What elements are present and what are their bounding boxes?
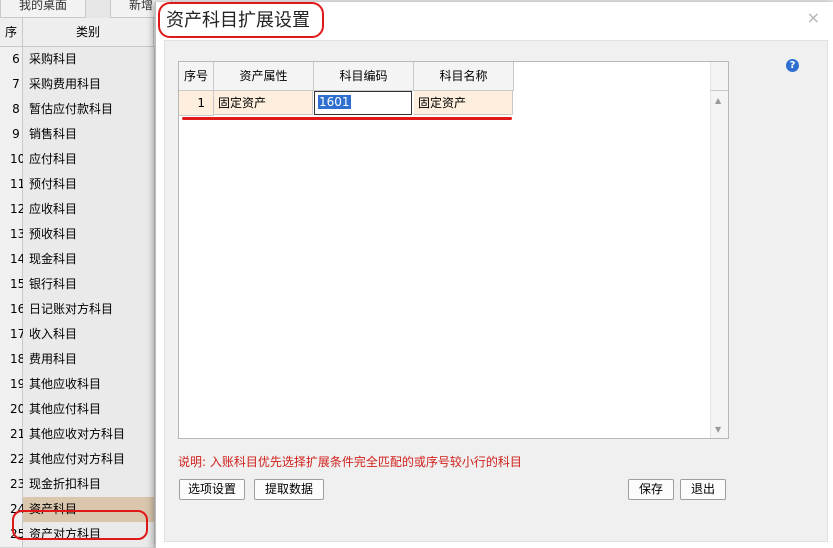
row-category[interactable]: 现金科目 [23,247,155,272]
row-number: 22 [0,447,26,472]
header-no: 序号 [0,18,23,67]
scroll-up-icon[interactable]: ▲ [715,96,721,105]
close-icon[interactable]: × [807,8,820,27]
extension-grid: 序号 资产属性 科目编码 科目名称 1 固定资产 1601 固定资产 ▲ ▼ [178,61,729,439]
row-category[interactable]: 预付科目 [23,172,155,197]
grid-header-subject-code: 科目编码 [314,62,414,91]
row-number: 13 [0,222,26,247]
row-category[interactable]: 其他应收对方科目 [23,422,155,447]
exit-button[interactable]: 退出 [680,479,726,500]
grid-header-no: 序号 [179,62,214,91]
row-number: 12 [0,197,26,222]
row-number-text: 9 [12,127,20,141]
row-number-text: 15 [10,277,26,291]
row-category[interactable]: 销售科目 [23,122,155,147]
row-number-text: 22 [10,452,26,466]
row-category[interactable]: 现金折扣科目 [23,472,155,497]
header-category: 类别 [23,18,154,46]
scroll-down-icon[interactable]: ▼ [715,425,721,434]
row-number-text: 10 [10,152,26,166]
grid-header-asset-attr: 资产属性 [214,62,314,91]
dialog-body: ? 序号 资产属性 科目编码 科目名称 1 固定资产 1601 固定资产 ▲ ▼… [164,40,828,542]
grid-cell-no[interactable]: 1 [179,91,214,116]
grid-vertical-scrollbar[interactable]: ▲ ▼ [710,62,728,438]
row-number-text: 6 [12,52,20,66]
row-category[interactable]: 银行科目 [23,272,155,297]
row-number-text: 7 [12,77,20,91]
explanation-note: 说明: 入账科目优先选择扩展条件完全匹配的或序号较小行的科目 [178,455,522,469]
row-number-text: 14 [10,252,26,266]
row-category[interactable]: 暂估应付款科目 [23,97,155,122]
row-category[interactable]: 其他应付科目 [23,397,155,422]
row-number-text: 8 [12,102,20,116]
subject-code-selected-text: 1601 [318,95,351,109]
row-number: 21 [0,422,26,447]
asset-subject-highlight-oval [12,510,148,540]
title-highlight-oval [158,2,324,38]
row-category[interactable]: 应付科目 [23,147,155,172]
row-number: 16 [0,297,26,322]
row-category[interactable]: 其他应付对方科目 [23,447,155,472]
row-number: 11 [0,172,26,197]
row-number-text: 18 [10,352,26,366]
row-category[interactable]: 费用科目 [23,347,155,372]
grid-header-subject-name: 科目名称 [414,62,514,91]
tab-my-desktop[interactable]: 我的桌面 [0,0,86,18]
grid-cell-asset-attr[interactable]: 固定资产 [214,91,313,115]
row-number: 18 [0,347,26,372]
row-highlight-underline [182,117,512,120]
row-number-text: 20 [10,402,26,416]
row-number: 19 [0,372,26,397]
save-button[interactable]: 保存 [628,479,674,500]
row-number-text: 21 [10,427,26,441]
options-settings-button[interactable]: 选项设置 [179,479,245,500]
row-number: 14 [0,247,26,272]
row-number-text: 19 [10,377,26,391]
row-number: 15 [0,272,26,297]
row-category[interactable]: 采购费用科目 [23,72,155,97]
row-category[interactable]: 日记账对方科目 [23,297,155,322]
row-number-text: 23 [10,477,26,491]
row-number: 7 [0,72,23,97]
scrollbar-header-cap [711,62,728,91]
grid-cell-subject-name[interactable]: 固定资产 [414,91,513,115]
row-number: 17 [0,322,26,347]
row-number-text: 13 [10,227,26,241]
row-number: 23 [0,472,26,497]
row-number-text: 17 [10,327,26,341]
row-category[interactable]: 收入科目 [23,322,155,347]
row-category[interactable]: 应收科目 [23,197,155,222]
asset-subject-extension-dialog: 资产科目扩展设置 × ? 序号 资产属性 科目编码 科目名称 1 固定资产 16… [155,2,833,548]
row-number: 20 [0,397,26,422]
fetch-data-button[interactable]: 提取数据 [254,479,324,500]
help-icon[interactable]: ? [786,59,799,72]
subject-code-input[interactable]: 1601 [314,91,412,115]
row-number: 9 [0,122,23,147]
row-number-text: 16 [10,302,26,316]
grid-cell-no-text: 1 [197,96,205,110]
row-number: 6 [0,47,23,72]
row-number: 10 [0,147,26,172]
row-category[interactable]: 预收科目 [23,222,155,247]
row-category[interactable]: 其他应收科目 [23,372,155,397]
row-category[interactable]: 采购科目 [23,47,155,72]
row-number-text: 12 [10,202,26,216]
row-number: 8 [0,97,23,122]
row-number-text: 11 [10,177,26,191]
